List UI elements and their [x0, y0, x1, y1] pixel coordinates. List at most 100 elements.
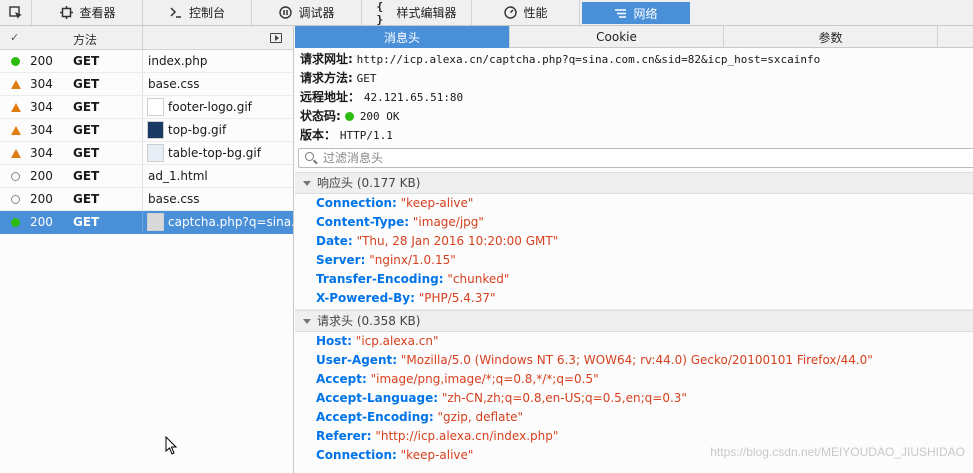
status-code: 304 [30, 146, 53, 160]
header-name: Content-Type: [316, 215, 410, 229]
status-code: 304 [30, 77, 53, 91]
filter-headers-box[interactable] [298, 148, 973, 168]
filter-headers-input[interactable] [323, 150, 963, 166]
request-row[interactable]: 304 GET table-top-bg.gif [0, 142, 293, 165]
request-method-label: 请求方法: [300, 71, 353, 85]
tab-params[interactable]: 参数 [724, 26, 938, 48]
request-list-header: ✓ 方法 [0, 26, 293, 50]
header-value: "image/png,image/*;q=0.8,*/*;q=0.5" [370, 372, 599, 386]
http-version-row: 版本： HTTP/1.1 [300, 126, 973, 145]
header-line[interactable]: User-Agent: "Mozilla/5.0 (Windows NT 6.3… [295, 351, 973, 370]
header-line[interactable]: Date: "Thu, 28 Jan 2016 10:20:00 GMT" [295, 232, 973, 251]
status-column-header[interactable]: ✓ [10, 31, 19, 44]
request-url-label: 请求网址: [300, 52, 353, 66]
http-version-value: HTTP/1.1 [339, 129, 393, 142]
status-pending-icon [11, 172, 20, 181]
http-version-label: 版本： [300, 128, 337, 142]
element-picker-button[interactable] [0, 0, 32, 25]
request-list: ✓ 方法 200 GET index.php 304 GET base.css 304 GET… [0, 26, 294, 473]
file-name: top-bg.gif [168, 123, 227, 137]
request-row[interactable]: 200 GET base.css [0, 188, 293, 211]
tab-label: 调试器 [298, 6, 335, 20]
image-thumbnail [147, 121, 164, 139]
file-name-cell: ad_1.html [142, 165, 294, 187]
header-line[interactable]: Content-Type: "image/jpg" [295, 213, 973, 232]
status-pending-icon [11, 195, 20, 204]
request-summary: 请求网址: http://icp.alexa.cn/captcha.php?q=… [295, 50, 973, 145]
header-line[interactable]: Referer: "http://icp.alexa.cn/index.php" [295, 427, 973, 446]
tab-headers[interactable]: 消息头 [295, 26, 510, 48]
status-cached-icon [11, 126, 21, 135]
header-line[interactable]: Transfer-Encoding: "chunked" [295, 270, 973, 289]
header-name: Host: [316, 334, 352, 348]
header-line[interactable]: Server: "nginx/1.0.15" [295, 251, 973, 270]
tab-inspector[interactable]: 查看器 [33, 0, 143, 25]
status-cached-icon [11, 149, 21, 158]
request-method: GET [73, 54, 100, 68]
tab-label: 性能 [523, 6, 548, 20]
debugger-icon [278, 6, 292, 20]
header-name: Connection: [316, 448, 397, 462]
header-value: "Mozilla/5.0 (Windows NT 6.3; WOW64; rv:… [400, 353, 873, 367]
request-row[interactable]: 200 GET ad_1.html [0, 165, 293, 188]
remote-address-row: 远程地址： 42.121.65.51:80 [300, 88, 973, 107]
tab-style-editor[interactable]: { } 样式编辑器 [362, 0, 472, 26]
file-name: ad_1.html [148, 169, 208, 183]
response-headers-section[interactable]: 响应头 (0.177 KB) [295, 172, 973, 194]
file-name: footer-logo.gif [168, 100, 252, 114]
header-name: Referer: [316, 429, 372, 443]
header-value: "PHP/5.4.37" [418, 291, 496, 305]
tab-console[interactable]: 控制台 [143, 0, 252, 25]
tab-network[interactable]: 网络 [582, 2, 690, 24]
header-line[interactable]: Accept: "image/png,image/*;q=0.8,*/*;q=0… [295, 370, 973, 389]
header-line[interactable]: Host: "icp.alexa.cn" [295, 332, 973, 351]
status-code: 304 [30, 100, 53, 114]
header-value: "keep-alive" [400, 196, 474, 210]
request-row[interactable]: 200 GET index.php [0, 50, 293, 73]
header-name: Connection: [316, 196, 397, 210]
header-value: "http://icp.alexa.cn/index.php" [375, 429, 559, 443]
header-line[interactable]: Accept-Encoding: "gzip, deflate" [295, 408, 973, 427]
status-cached-icon [11, 103, 21, 112]
image-thumbnail [147, 98, 164, 116]
header-name: Server: [316, 253, 366, 267]
status-ok-icon [344, 112, 354, 121]
toggle-sidebar-icon[interactable] [270, 33, 282, 43]
status-code-label: 状态码: [300, 109, 341, 123]
header-value: "image/jpg" [412, 215, 484, 229]
request-method-row: 请求方法: GET [300, 69, 973, 88]
request-method: GET [73, 100, 100, 114]
header-value: "Thu, 28 Jan 2016 10:20:00 GMT" [356, 234, 559, 248]
method-column-header[interactable]: 方法 [73, 31, 97, 48]
status-code: 304 [30, 123, 53, 137]
status-cached-icon [11, 80, 21, 89]
element-picker-icon [8, 5, 22, 19]
tab-label: 样式编辑器 [396, 6, 457, 20]
header-value: "keep-alive" [400, 448, 474, 462]
request-row[interactable]: 304 GET footer-logo.gif [0, 96, 293, 119]
style-editor-icon: { } [376, 0, 384, 26]
collapse-caret-icon[interactable] [303, 181, 311, 186]
file-name-cell: top-bg.gif [142, 119, 294, 141]
tab-debugger[interactable]: 调试器 [252, 0, 362, 25]
request-method: GET [73, 169, 100, 183]
column-divider [142, 26, 143, 50]
header-line[interactable]: X-Powered-By: "PHP/5.4.37" [295, 289, 973, 308]
image-thumbnail [147, 213, 164, 231]
request-headers-section[interactable]: 请求头 (0.358 KB) [295, 310, 973, 332]
request-method: GET [73, 77, 100, 91]
tab-cookie[interactable]: Cookie [510, 26, 724, 48]
tab-performance[interactable]: 性能 [472, 0, 580, 25]
request-row[interactable]: 304 GET top-bg.gif [0, 119, 293, 142]
header-line[interactable]: Accept-Language: "zh-CN,zh;q=0.8,en-US;q… [295, 389, 973, 408]
request-row[interactable]: 304 GET base.css [0, 73, 293, 96]
search-icon [305, 152, 314, 161]
inspector-icon [59, 6, 73, 20]
status-code: 200 [30, 54, 53, 68]
header-line[interactable]: Connection: "keep-alive" [295, 194, 973, 213]
collapse-caret-icon[interactable] [303, 319, 311, 324]
request-row[interactable]: 200 GET captcha.php?q=sina.com.cn [0, 211, 294, 234]
request-method: GET [73, 192, 100, 206]
performance-icon [503, 6, 517, 20]
file-name: base.css [148, 77, 200, 91]
